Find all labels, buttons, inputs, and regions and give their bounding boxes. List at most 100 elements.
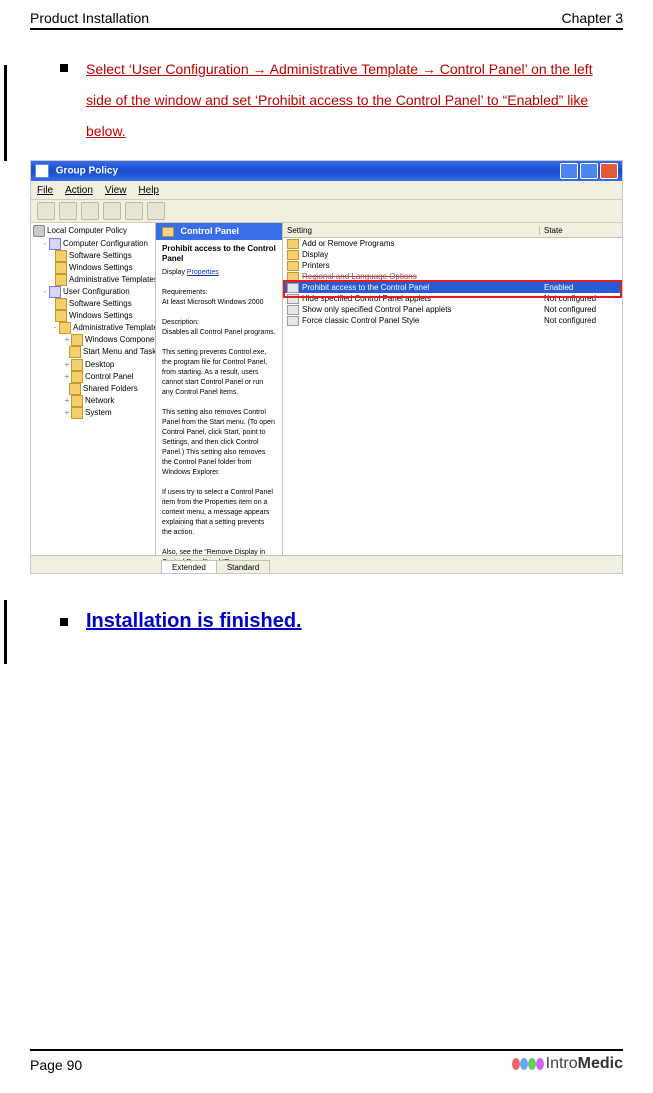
list-row[interactable]: Add or Remove Programs <box>283 238 622 249</box>
list-row[interactable]: Force classic Control Panel StyleNot con… <box>283 315 622 326</box>
row-setting-name: Hide specified Control Panel applets <box>302 294 431 303</box>
tab-standard[interactable]: Standard <box>216 560 270 574</box>
folder-icon <box>71 407 83 419</box>
row-setting-name: Add or Remove Programs <box>302 239 394 248</box>
policy-title: Prohibit access to the Control Panel <box>162 244 276 264</box>
row-setting-name: Show only specified Control Panel applet… <box>302 305 451 314</box>
tree-at3[interactable]: Desktop <box>85 360 114 369</box>
tree-cc3[interactable]: Administrative Templates <box>69 275 156 284</box>
app-icon <box>35 164 49 178</box>
row-setting-name: Printers <box>302 261 330 270</box>
properties-link[interactable]: Properties <box>187 269 219 276</box>
tree-cc1[interactable]: Software Settings <box>69 251 132 260</box>
row-setting-name: Regional and Language Options <box>302 272 417 281</box>
list-row[interactable]: Hide specified Control Panel applets Not … <box>283 293 622 304</box>
close-button[interactable] <box>600 163 618 179</box>
intromedic-logo: IntroIntroMedicMedic <box>512 1055 623 1073</box>
window-title: Group Policy <box>56 166 118 177</box>
folder-icon <box>69 346 81 358</box>
folder-icon <box>287 272 299 282</box>
list-row[interactable]: Show only specified Control Panel applet… <box>283 304 622 315</box>
back-button[interactable] <box>37 202 55 220</box>
col-state[interactable]: State <box>540 226 622 235</box>
list-row[interactable]: Printers <box>283 260 622 271</box>
tab-extended[interactable]: Extended <box>161 560 217 574</box>
req-label: Requirements: <box>162 289 208 296</box>
tab-strip: Extended Standard <box>31 555 622 574</box>
instruction-text: Select ‘User Configuration → Administrat… <box>86 61 593 139</box>
folder-icon <box>55 262 67 274</box>
finish-step: Installation is finished. <box>86 610 613 633</box>
menu-help[interactable]: Help <box>138 185 159 196</box>
tree-at5[interactable]: Shared Folders <box>83 384 138 393</box>
desc-p2: This setting prevents Control.exe, the p… <box>162 349 267 396</box>
config-icon <box>49 286 61 298</box>
tree-uc1[interactable]: Software Settings <box>69 299 132 308</box>
instruction-step: Select ‘User Configuration → Administrat… <box>86 54 613 146</box>
maximize-button[interactable] <box>580 163 598 179</box>
row-setting-name: Force classic Control Panel Style <box>302 316 419 325</box>
up-button[interactable] <box>81 202 99 220</box>
tree-at2[interactable]: Start Menu and Taskbar <box>83 348 156 357</box>
help-button[interactable] <box>147 202 165 220</box>
list-row[interactable]: Regional and Language Options <box>283 271 622 282</box>
list-row[interactable]: Prohibit access to the Control Panel Enab… <box>283 282 622 293</box>
row-state: Not configured <box>540 294 622 303</box>
policy-icon <box>287 316 299 326</box>
page-header: Product Installation Chapter 3 <box>30 10 623 30</box>
tree-root[interactable]: Local Computer Policy <box>47 227 127 236</box>
folder-white-icon <box>162 227 174 237</box>
logo-text: IntroIntroMedicMedic <box>546 1055 623 1073</box>
menu-view[interactable]: View <box>105 185 127 196</box>
tree-compcfg[interactable]: Computer Configuration <box>63 239 148 248</box>
menu-action[interactable]: Action <box>65 185 93 196</box>
folder-icon <box>55 250 67 262</box>
props-button[interactable] <box>103 202 121 220</box>
tree-at1[interactable]: Windows Components <box>85 335 156 344</box>
folder-icon <box>287 239 299 249</box>
tree-uc2[interactable]: Windows Settings <box>69 311 133 320</box>
group-policy-window: Group Policy File Action View Help <box>30 160 623 574</box>
tree-at4[interactable]: Control Panel <box>85 372 133 381</box>
desc-label: Description: <box>162 319 199 326</box>
forward-button[interactable] <box>59 202 77 220</box>
nav-tree[interactable]: Local Computer Policy -Computer Configur… <box>31 223 156 555</box>
finish-text: Installation is finished. <box>86 610 302 632</box>
folder-icon <box>71 371 83 383</box>
title-bar[interactable]: Group Policy <box>31 161 622 181</box>
config-icon <box>49 238 61 250</box>
folder-icon <box>71 395 83 407</box>
policy-icon <box>287 294 299 304</box>
folder-icon <box>55 274 67 286</box>
tree-usercfg[interactable]: User Configuration <box>63 287 130 296</box>
folder-icon <box>69 383 81 395</box>
tree-at7[interactable]: System <box>85 408 112 417</box>
folder-icon <box>287 261 299 271</box>
folder-icon <box>55 310 67 322</box>
list-row[interactable]: Display <box>283 249 622 260</box>
toolbar <box>31 200 622 223</box>
minimize-button[interactable] <box>560 163 578 179</box>
folder-icon <box>71 334 83 346</box>
refresh-button[interactable] <box>125 202 143 220</box>
row-state: Enabled <box>540 283 622 292</box>
menu-file[interactable]: File <box>37 185 53 196</box>
page-footer: Page 90 IntroIntroMedicMedic <box>30 1049 623 1073</box>
row-setting-name: Prohibit access to the Control Panel <box>302 283 429 292</box>
tree-at6[interactable]: Network <box>85 396 114 405</box>
menu-bar: File Action View Help <box>31 181 622 200</box>
desc-text: Disables all Control Panel programs. <box>162 329 276 336</box>
header-left: Product Installation <box>30 10 149 26</box>
tree-uc3[interactable]: Administrative Templates <box>73 323 156 332</box>
description-pane: Control Panel Prohibit access to the Con… <box>156 223 283 555</box>
col-setting[interactable]: Setting <box>283 226 540 235</box>
square-bullet-icon <box>60 64 68 72</box>
list-header[interactable]: Setting State <box>283 223 622 238</box>
settings-list: Setting State Add or Remove ProgramsDisp… <box>283 223 622 555</box>
tree-cc2[interactable]: Windows Settings <box>69 263 133 272</box>
header-right: Chapter 3 <box>562 10 623 26</box>
folder-icon <box>71 359 83 371</box>
req-text: At least Microsoft Windows 2000 <box>162 299 264 306</box>
desc-p4: If users try to select a Control Panel i… <box>162 489 273 536</box>
policy-icon <box>287 283 299 293</box>
